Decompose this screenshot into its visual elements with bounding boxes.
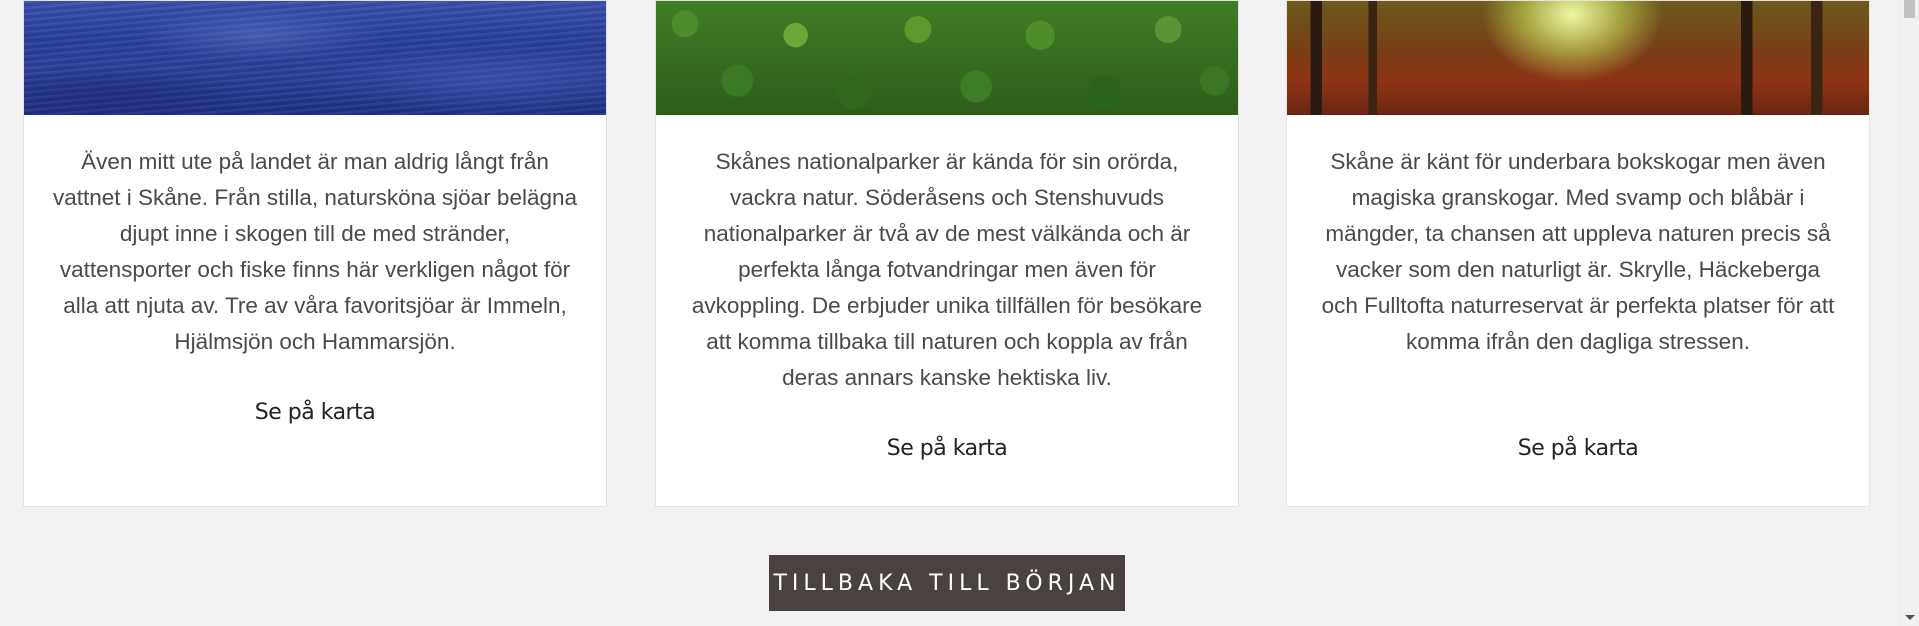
card-description: Skånes nationalparker är kända för sin o… (691, 149, 1203, 390)
back-to-top-button[interactable]: TILLBAKA TILL BÖRJAN (769, 555, 1125, 611)
see-on-map-link[interactable]: Se på karta (1287, 436, 1869, 461)
card-national-parks: Skånes nationalparker är kända för sin o… (655, 0, 1239, 507)
lake-water-image (24, 1, 606, 115)
scrollbar-thumb[interactable] (1904, 0, 1915, 18)
card-forests: Skåne är känt för underbara bokskogar me… (1286, 0, 1870, 507)
see-on-map-link[interactable]: Se på karta (656, 436, 1238, 461)
see-on-map-link[interactable]: Se på karta (24, 400, 606, 425)
scroll-down-arrow-icon[interactable] (1905, 615, 1915, 620)
card-description: Skåne är känt för underbara bokskogar me… (1321, 149, 1835, 354)
forest-canopy-image (656, 1, 1238, 115)
card-lakes: Även mitt ute på landet är man aldrig lå… (23, 0, 607, 507)
beech-forest-path-image (1287, 1, 1869, 115)
scrollbar[interactable] (1899, 0, 1919, 626)
page: Även mitt ute på landet är man aldrig lå… (0, 0, 1919, 626)
card-description: Även mitt ute på landet är man aldrig lå… (52, 149, 578, 354)
